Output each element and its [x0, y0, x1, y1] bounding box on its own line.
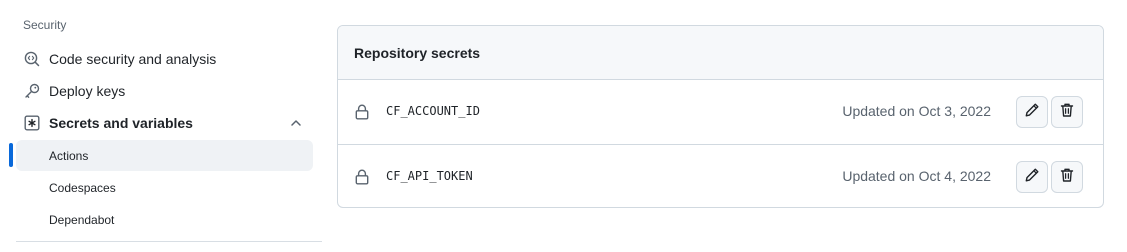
sidebar-item-deploy-keys[interactable]: Deploy keys: [16, 76, 313, 106]
lock-icon: [355, 104, 369, 120]
sidebar-subitem-label: Actions: [49, 148, 89, 163]
sidebar-subitem-codespaces[interactable]: Codespaces: [16, 172, 313, 203]
delete-secret-button[interactable]: [1051, 161, 1083, 193]
sidebar-item-label: Code security and analysis: [49, 51, 217, 67]
edit-secret-button[interactable]: [1016, 96, 1048, 128]
pencil-icon: [1024, 102, 1040, 123]
active-indicator: [9, 143, 13, 167]
secret-row: CF_ACCOUNT_ID Updated on Oct 3, 2022: [338, 80, 1103, 144]
repository-secrets-header: Repository secrets: [338, 26, 1103, 80]
chevron-up-icon[interactable]: [289, 116, 303, 130]
secret-updated-date: Updated on Oct 3, 2022: [842, 103, 991, 119]
secret-row: CF_API_TOKEN Updated on Oct 4, 2022: [338, 144, 1103, 207]
secret-updated-date: Updated on Oct 4, 2022: [842, 168, 991, 184]
edit-secret-button[interactable]: [1016, 161, 1048, 193]
pencil-icon: [1024, 167, 1040, 188]
secret-name: CF_API_TOKEN: [386, 169, 473, 183]
codescan-icon: [24, 51, 40, 67]
sidebar-item-label: Secrets and variables: [49, 115, 193, 131]
sidebar-divider: [16, 241, 322, 242]
sidebar-subitem-dependabot[interactable]: Dependabot: [16, 204, 313, 235]
key-icon: [24, 83, 40, 99]
secret-name: CF_ACCOUNT_ID: [386, 104, 480, 118]
sidebar-subitem-actions[interactable]: Actions: [16, 140, 313, 171]
settings-sidebar: Security Code security and analysis Depl…: [0, 0, 322, 252]
sidebar-item-label: Deploy keys: [49, 83, 126, 99]
sidebar-item-secrets-and-variables[interactable]: Secrets and variables: [16, 108, 313, 138]
trash-icon: [1059, 167, 1075, 188]
section-title-security: Security: [23, 18, 67, 32]
trash-icon: [1059, 102, 1075, 123]
repository-secrets-box: Repository secrets CF_ACCOUNT_ID Updated…: [337, 25, 1104, 208]
sidebar-subitem-label: Codespaces: [49, 180, 116, 195]
sidebar-subitem-label: Dependabot: [49, 212, 115, 227]
sidebar-item-code-security[interactable]: Code security and analysis: [16, 44, 313, 74]
delete-secret-button[interactable]: [1051, 96, 1083, 128]
lock-icon: [355, 169, 369, 185]
asterisk-square-icon: [24, 115, 40, 131]
